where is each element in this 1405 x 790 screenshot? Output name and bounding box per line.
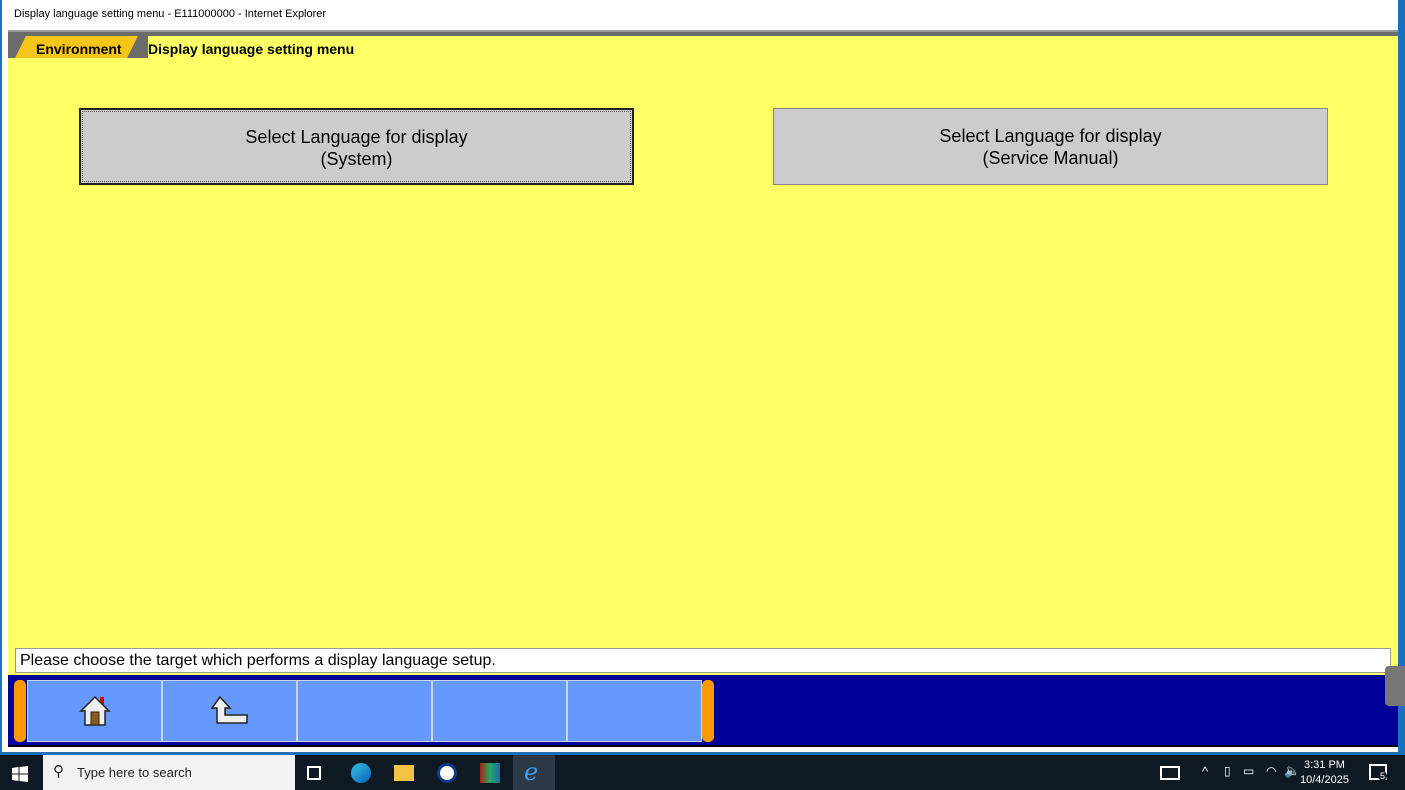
internet-explorer-icon: e	[524, 758, 539, 786]
edge-icon[interactable]	[351, 763, 371, 783]
chevron-up-icon[interactable]: ^	[1202, 764, 1208, 779]
clock[interactable]: 3:31 PM 10/4/2025	[1300, 758, 1349, 788]
windows-start-icon[interactable]	[12, 766, 28, 782]
status-area: Please choose the target which performs …	[8, 646, 1398, 675]
page-title: Display language setting menu	[148, 36, 1398, 60]
bar-cap-left	[14, 680, 26, 742]
news-icon[interactable]	[1160, 766, 1180, 780]
function-bar	[8, 675, 1398, 747]
header-bar: Environment Display language setting men…	[8, 30, 1398, 60]
taskbar-search[interactable]: ⚲ Type here to search	[43, 755, 295, 790]
camera-icon[interactable]: ▯	[1224, 764, 1231, 778]
search-icon: ⚲	[53, 763, 64, 780]
task-view-icon[interactable]	[307, 766, 321, 780]
teamviewer-icon[interactable]	[437, 763, 457, 783]
button-label: Select Language for display	[939, 126, 1162, 146]
notification-icon[interactable]: 5	[1369, 764, 1388, 781]
content-area: Select Language for display (System) Sel…	[8, 58, 1398, 646]
file-explorer-icon[interactable]	[394, 765, 414, 781]
home-button[interactable]	[27, 680, 162, 742]
clock-time: 3:31 PM	[1303, 759, 1345, 771]
clock-date: 10/4/2025	[1300, 774, 1349, 786]
notification-count: 5	[1378, 771, 1388, 781]
internet-explorer-taskbar-button[interactable]: e	[513, 755, 555, 790]
function-button-3[interactable]	[297, 680, 432, 742]
status-message: Please choose the target which performs …	[15, 648, 1391, 673]
battery-icon[interactable]: ▭	[1243, 764, 1254, 778]
wifi-icon[interactable]: ◠	[1266, 764, 1276, 778]
window-title: Display language setting menu - E1110000…	[14, 8, 327, 20]
winrar-icon[interactable]	[480, 763, 500, 783]
home-icon	[78, 695, 111, 726]
select-language-system-button[interactable]: Select Language for display (System)	[79, 108, 634, 185]
button-label: (System)	[320, 149, 393, 169]
function-button-4[interactable]	[432, 680, 567, 742]
function-button-5[interactable]	[567, 680, 702, 742]
bar-cap-right	[702, 680, 714, 742]
button-label: Select Language for display	[245, 127, 468, 147]
select-language-service-manual-button[interactable]: Select Language for display (Service Man…	[773, 108, 1328, 185]
search-placeholder: Type here to search	[77, 765, 192, 780]
taskbar: ⚲ Type here to search e ^ ▯ ▭ ◠ 🔈 3:31 P…	[0, 755, 1405, 790]
breadcrumb-environment[interactable]: Environment	[14, 36, 138, 60]
teamviewer-side-handle[interactable]	[1385, 666, 1405, 706]
volume-icon[interactable]: 🔈	[1284, 763, 1300, 779]
back-button[interactable]	[162, 680, 297, 742]
back-icon	[210, 695, 248, 724]
button-label: (Service Manual)	[982, 148, 1119, 168]
